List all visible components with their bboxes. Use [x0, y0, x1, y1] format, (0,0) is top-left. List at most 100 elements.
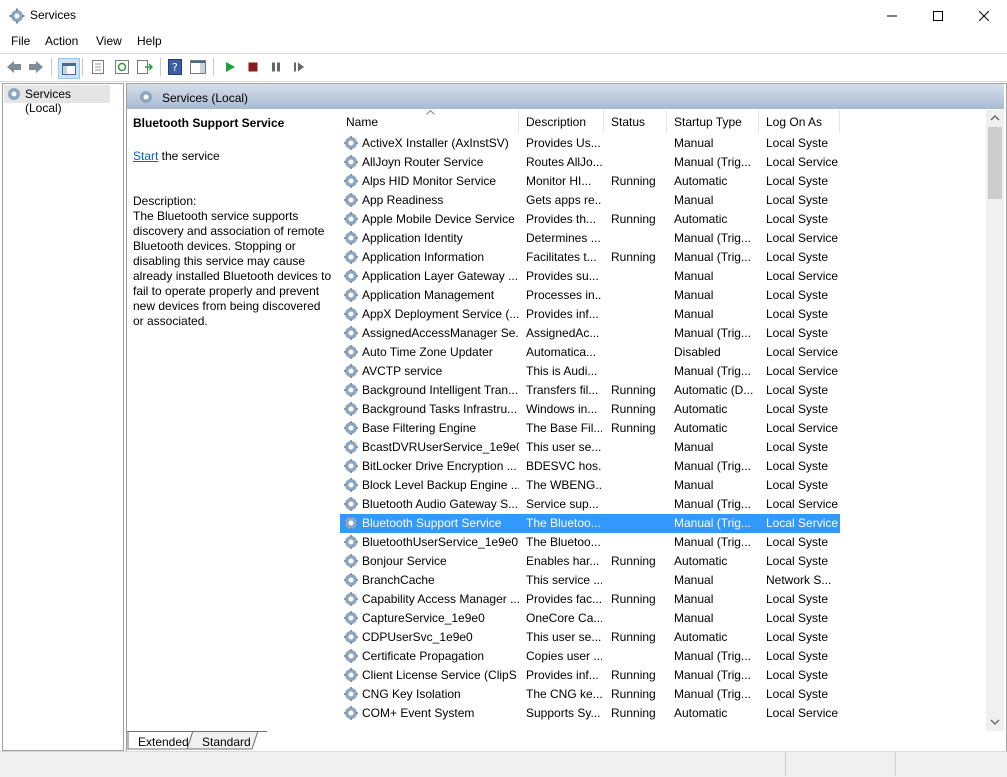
vertical-scrollbar[interactable]	[986, 110, 1004, 731]
column-header-startup-type[interactable]: Startup Type	[674, 115, 742, 129]
gear-icon	[343, 477, 359, 493]
service-status: Running	[611, 383, 656, 397]
service-row[interactable]: CNG Key Isolation The CNG ke... Running Man…	[340, 685, 840, 704]
tree-item-services-local[interactable]: Services (Local)	[4, 85, 110, 115]
service-log-on-as: Local Syste	[766, 326, 829, 340]
service-row[interactable]: Capability Access Manager ... Provides fa…	[340, 590, 840, 609]
refresh-button[interactable]	[113, 58, 131, 76]
maximize-button[interactable]	[915, 0, 961, 31]
title-bar[interactable]	[0, 0, 1007, 31]
service-row[interactable]: BcastDVRUserService_1e9e0 This user se...…	[340, 438, 840, 457]
service-name: Apple Mobile Device Service	[362, 212, 515, 226]
column-header-description[interactable]: Description	[526, 115, 586, 129]
column-separator[interactable]	[518, 110, 519, 133]
forward-button[interactable]	[27, 58, 45, 76]
service-row-selected[interactable]: Bluetooth Support Service The Bluetoo... M…	[340, 514, 840, 533]
show-hide-console-tree-button[interactable]	[58, 58, 80, 79]
export-list-button[interactable]	[136, 58, 154, 76]
service-row[interactable]: Background Intelligent Tran... Transfers …	[340, 381, 840, 400]
service-row[interactable]: Block Level Backup Engine ... The WBENG..…	[340, 476, 840, 495]
column-header-log-on-as[interactable]: Log On As	[766, 115, 822, 129]
service-row[interactable]: Client License Service (ClipS Provides in…	[340, 666, 840, 685]
service-description: Provides Us...	[526, 136, 601, 150]
service-row[interactable]: AppX Deployment Service (... Provides inf…	[340, 305, 840, 324]
start-service-link[interactable]: Start	[133, 149, 158, 163]
service-description: This user se...	[526, 630, 602, 644]
scroll-down-icon[interactable]	[990, 718, 1000, 726]
service-name: AssignedAccessManager Se...	[362, 326, 519, 340]
service-row[interactable]: Certificate Propagation Copies user ... Ma…	[340, 647, 840, 666]
properties-button[interactable]	[89, 58, 107, 76]
column-header-status[interactable]: Status	[611, 115, 645, 129]
back-button[interactable]	[5, 58, 23, 76]
service-row[interactable]: BitLocker Drive Encryption ... BDESVC hos…	[340, 457, 840, 476]
service-row[interactable]: Alps HID Monitor Service Monitor HI... Run…	[340, 172, 840, 191]
maximize-icon	[933, 10, 943, 21]
service-row[interactable]: COM+ Event System Supports Sy... Running Au…	[340, 704, 840, 723]
minimize-button[interactable]	[869, 0, 915, 31]
gear-icon	[343, 420, 359, 436]
service-row[interactable]: AVCTP service This is Audi... Manual (Trig…	[340, 362, 840, 381]
service-startup-type: Manual (Trig...	[674, 687, 751, 701]
service-log-on-as: Local Service	[766, 231, 839, 245]
scroll-up-icon[interactable]	[990, 114, 1000, 122]
service-description: The CNG ke...	[526, 687, 602, 701]
service-row[interactable]: Application Layer Gateway ... Provides su…	[340, 267, 840, 286]
service-row[interactable]: AllJoyn Router Service Routes AllJo... Man…	[340, 153, 840, 172]
action-pane-button[interactable]	[189, 58, 207, 76]
service-status: Running	[611, 212, 656, 226]
service-status: Running	[611, 687, 656, 701]
menu-help[interactable]: Help	[137, 34, 162, 48]
close-button[interactable]	[961, 0, 1007, 31]
help-button[interactable]: ?	[166, 58, 184, 76]
start-service-button[interactable]	[221, 58, 239, 76]
service-description: This is Audi...	[526, 364, 598, 378]
service-name: Background Intelligent Tran...	[362, 383, 519, 397]
menu-view[interactable]: View	[96, 34, 122, 48]
service-log-on-as: Local Syste	[766, 459, 829, 473]
menu-file[interactable]: File	[11, 34, 30, 48]
status-bar	[0, 751, 1007, 777]
service-row[interactable]: ActiveX Installer (AxInstSV) Provides Us.…	[340, 134, 840, 153]
restart-service-button[interactable]	[290, 58, 308, 76]
service-description: Routes AllJo...	[526, 155, 602, 169]
service-row[interactable]: App Readiness Gets apps re... Manual Local …	[340, 191, 840, 210]
service-row[interactable]: CDPUserSvc_1e9e0 This user se... Running Au…	[340, 628, 840, 647]
service-row[interactable]: Application Management Processes in... Man…	[340, 286, 840, 305]
service-row[interactable]: AssignedAccessManager Se... AssignedAc...…	[340, 324, 840, 343]
service-status: Running	[611, 402, 656, 416]
service-row[interactable]: Background Tasks Infrastru... Windows in.…	[340, 400, 840, 419]
tab-standard[interactable]: Standard	[202, 735, 251, 749]
service-description: Service sup...	[526, 497, 599, 511]
service-row[interactable]: BluetoothUserService_1e9e0 The Bluetoo...…	[340, 533, 840, 552]
tab-extended[interactable]: Extended	[138, 735, 189, 749]
service-row[interactable]: Bluetooth Audio Gateway S... Service sup.…	[340, 495, 840, 514]
service-startup-type: Manual (Trig...	[674, 668, 751, 682]
column-header-name[interactable]: Name	[346, 115, 378, 129]
column-separator[interactable]	[666, 110, 667, 133]
service-description: Provides su...	[526, 269, 599, 283]
stop-service-button[interactable]	[244, 58, 262, 76]
service-log-on-as: Local Syste	[766, 611, 829, 625]
service-row[interactable]: Base Filtering Engine The Base Fil... Runn…	[340, 419, 840, 438]
service-row[interactable]: Apple Mobile Device Service Provides th..…	[340, 210, 840, 229]
pause-service-button[interactable]	[267, 58, 285, 76]
tree-item-label: Services (Local)	[25, 87, 72, 115]
service-row[interactable]: CaptureService_1e9e0 OneCore Ca... Manual L…	[340, 609, 840, 628]
service-log-on-as: Local Service	[766, 269, 839, 283]
service-row[interactable]: Auto Time Zone Updater Automatica... Disab…	[340, 343, 840, 362]
service-row[interactable]: BranchCache This service ... Manual Network…	[340, 571, 840, 590]
service-row[interactable]: Application Identity Determines ... Manual…	[340, 229, 840, 248]
service-row[interactable]: Bonjour Service Enables har... Running Auto…	[340, 552, 840, 571]
menu-action[interactable]: Action	[45, 34, 78, 48]
service-description: Transfers fil...	[526, 383, 599, 397]
service-name: Application Layer Gateway ...	[362, 269, 519, 283]
minimize-icon	[887, 15, 897, 16]
service-row[interactable]: Application Information Facilitates t... R…	[340, 248, 840, 267]
gear-icon	[343, 306, 359, 322]
column-separator[interactable]	[758, 110, 759, 133]
column-separator[interactable]	[839, 110, 840, 133]
service-log-on-as: Local Syste	[766, 440, 829, 454]
scrollbar-thumb[interactable]	[988, 127, 1002, 199]
column-separator[interactable]	[603, 110, 604, 133]
